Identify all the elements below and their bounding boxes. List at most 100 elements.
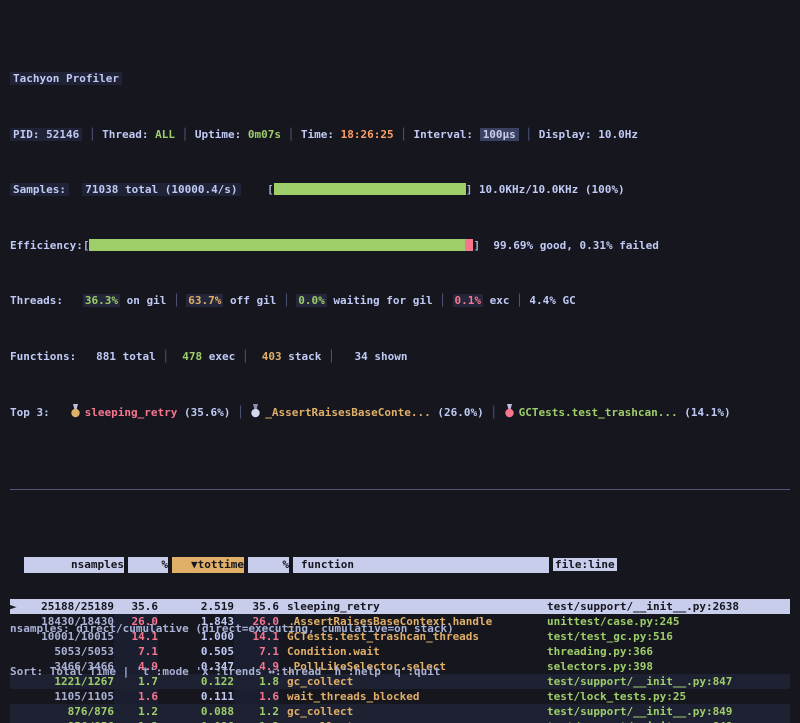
- threads-waiting-pct: 0.0%: [296, 294, 327, 307]
- interval-value: 100µs: [480, 128, 519, 141]
- file-line-cell: test/support/__init__.py:848: [539, 719, 790, 723]
- file-line-cell: selectors.py:398: [539, 659, 790, 674]
- column-header-pct-cumulative[interactable]: %: [248, 557, 293, 573]
- samples-label: Samples:: [10, 183, 69, 196]
- file-line-cell: test/support/__init__.py:2638: [539, 599, 790, 614]
- separator: │: [321, 350, 341, 363]
- efficiency-summary: 99.69% good, 0.31% failed: [493, 239, 659, 252]
- tachyon-profiler-window: Tachyon Profiler PID: 52146 │ Thread: AL…: [0, 0, 800, 723]
- efficiency-bar: [89, 239, 473, 251]
- threads-gc-pct: 4.4%: [529, 294, 556, 307]
- file-line-cell: test/support/__init__.py:847: [539, 674, 790, 689]
- top3-third-name: GCTests.test_trashcan...: [519, 406, 678, 419]
- thread-label: Thread:: [102, 128, 148, 141]
- table-top-divider: [10, 489, 790, 490]
- top3-first-name: sleeping_retry: [85, 406, 178, 419]
- top3-line: Top 3: sleeping_retry (35.6%) │ _AssertR…: [10, 404, 790, 421]
- top3-second-name: _AssertRaisesBaseConte...: [265, 406, 431, 419]
- efficiency-label: Efficiency:: [10, 239, 83, 252]
- bar-open-bracket: [: [83, 239, 90, 252]
- separator: │: [156, 350, 176, 363]
- separator: │: [235, 350, 255, 363]
- samples-bar-fill: [274, 183, 466, 195]
- functions-label: Functions:: [10, 350, 76, 363]
- function-cell: gc_collect: [279, 719, 539, 723]
- separator: │: [166, 294, 186, 307]
- separator: │: [82, 128, 102, 141]
- samples-line: Samples: 71038 total (10000.4/s) [] 10.0…: [10, 182, 790, 199]
- functions-shown-label: shown: [368, 350, 408, 363]
- samples-rate: 10.0KHz/10.0KHz (100%): [479, 183, 625, 196]
- gold-medal-icon: [70, 404, 81, 418]
- footer-help: nsamples: direct/cumulative (direct=exec…: [10, 595, 454, 706]
- separator: │: [281, 128, 301, 141]
- app-title-line: Tachyon Profiler: [10, 71, 790, 88]
- file-line-cell: test/test_gc.py:516: [539, 629, 790, 644]
- top3-second-pct: (26.0%): [437, 406, 483, 419]
- functions-line: Functions: 881 total │ 478 exec │ 403 st…: [10, 349, 790, 366]
- separator: │: [230, 406, 250, 419]
- function-table-header: nsamples % ▼tottime % function file:line: [10, 557, 790, 573]
- separator: │: [519, 128, 539, 141]
- file-line-cell: unittest/case.py:245: [539, 614, 790, 629]
- status-line: PID: 52146 │ Thread: ALL │ Uptime: 0m07s…: [10, 127, 790, 144]
- display-label: Display:: [539, 128, 592, 141]
- threads-gc-label: GC: [556, 294, 576, 307]
- bronze-medal-icon: [504, 404, 515, 418]
- threads-off-gil-label: off gil: [223, 294, 276, 307]
- threads-on-gil-label: on gil: [120, 294, 166, 307]
- samples-total: 71038 total (10000.4/s): [82, 183, 240, 196]
- footer-nsamples-hint: nsamples: direct/cumulative (direct=exec…: [10, 621, 454, 638]
- pid-value: 52146: [46, 128, 79, 141]
- column-header-pct-direct[interactable]: %: [128, 557, 172, 573]
- threads-line: Threads: 36.3% on gil │ 63.7% off gil │ …: [10, 293, 790, 310]
- top3-first-pct: (35.6%): [184, 406, 230, 419]
- column-header-file-line[interactable]: file:line: [553, 557, 790, 573]
- header-section: Tachyon Profiler PID: 52146 │ Thread: AL…: [0, 39, 800, 447]
- efficiency-line: Efficiency:[] 99.69% good, 0.31% failed: [10, 238, 790, 255]
- separator: │: [510, 294, 530, 307]
- display-value: 10.0Hz: [598, 128, 638, 141]
- samples-bar: [274, 183, 466, 195]
- top3-label: Top 3:: [10, 406, 50, 419]
- table-row[interactable]: 856/856 1.2 0.086 1.2 gc_collect test/su…: [10, 719, 790, 723]
- file-line-cell: test/lock_tests.py:25: [539, 689, 790, 704]
- tottime-cell: 0.086: [158, 719, 234, 723]
- separator: │: [433, 294, 453, 307]
- separator: │: [175, 128, 195, 141]
- bar-open-bracket: [: [267, 183, 274, 196]
- functions-exec: 478: [176, 350, 203, 363]
- selection-arrow-icon: [10, 719, 24, 723]
- silver-medal-icon: [250, 404, 261, 418]
- pct-cumulative-cell: 1.2: [234, 719, 279, 723]
- uptime-label: Uptime:: [195, 128, 241, 141]
- interval-label: Interval:: [413, 128, 473, 141]
- pid-group: PID: 52146: [10, 128, 82, 141]
- functions-exec-label: exec: [202, 350, 235, 363]
- column-header-tottime-sorted[interactable]: ▼tottime: [172, 557, 248, 573]
- separator: │: [394, 128, 414, 141]
- file-line-cell: test/support/__init__.py:849: [539, 704, 790, 719]
- column-header-nsamples[interactable]: nsamples: [24, 557, 128, 573]
- app-title: Tachyon Profiler: [10, 72, 122, 85]
- functions-stack-label: stack: [282, 350, 322, 363]
- threads-exc-pct: 0.1%: [453, 294, 484, 307]
- efficiency-bar-good: [89, 239, 464, 251]
- functions-total-label: total: [116, 350, 156, 363]
- threads-waiting-label: waiting for gil: [327, 294, 433, 307]
- functions-stack: 403: [255, 350, 282, 363]
- top3-third-pct: (14.1%): [684, 406, 730, 419]
- uptime-value: 0m07s: [248, 128, 281, 141]
- time-label: Time:: [301, 128, 334, 141]
- functions-shown: 34: [341, 350, 368, 363]
- pid-label: PID:: [13, 128, 40, 141]
- threads-exc-label: exc: [483, 294, 510, 307]
- column-header-function[interactable]: function: [293, 557, 553, 573]
- separator: │: [276, 294, 296, 307]
- thread-value[interactable]: ALL: [155, 128, 175, 141]
- pct-direct-cell: 1.2: [114, 719, 158, 723]
- separator: │: [484, 406, 504, 419]
- nsamples-cell: 856/856: [24, 719, 114, 723]
- header-spacer: [10, 557, 24, 573]
- file-line-cell: threading.py:366: [539, 644, 790, 659]
